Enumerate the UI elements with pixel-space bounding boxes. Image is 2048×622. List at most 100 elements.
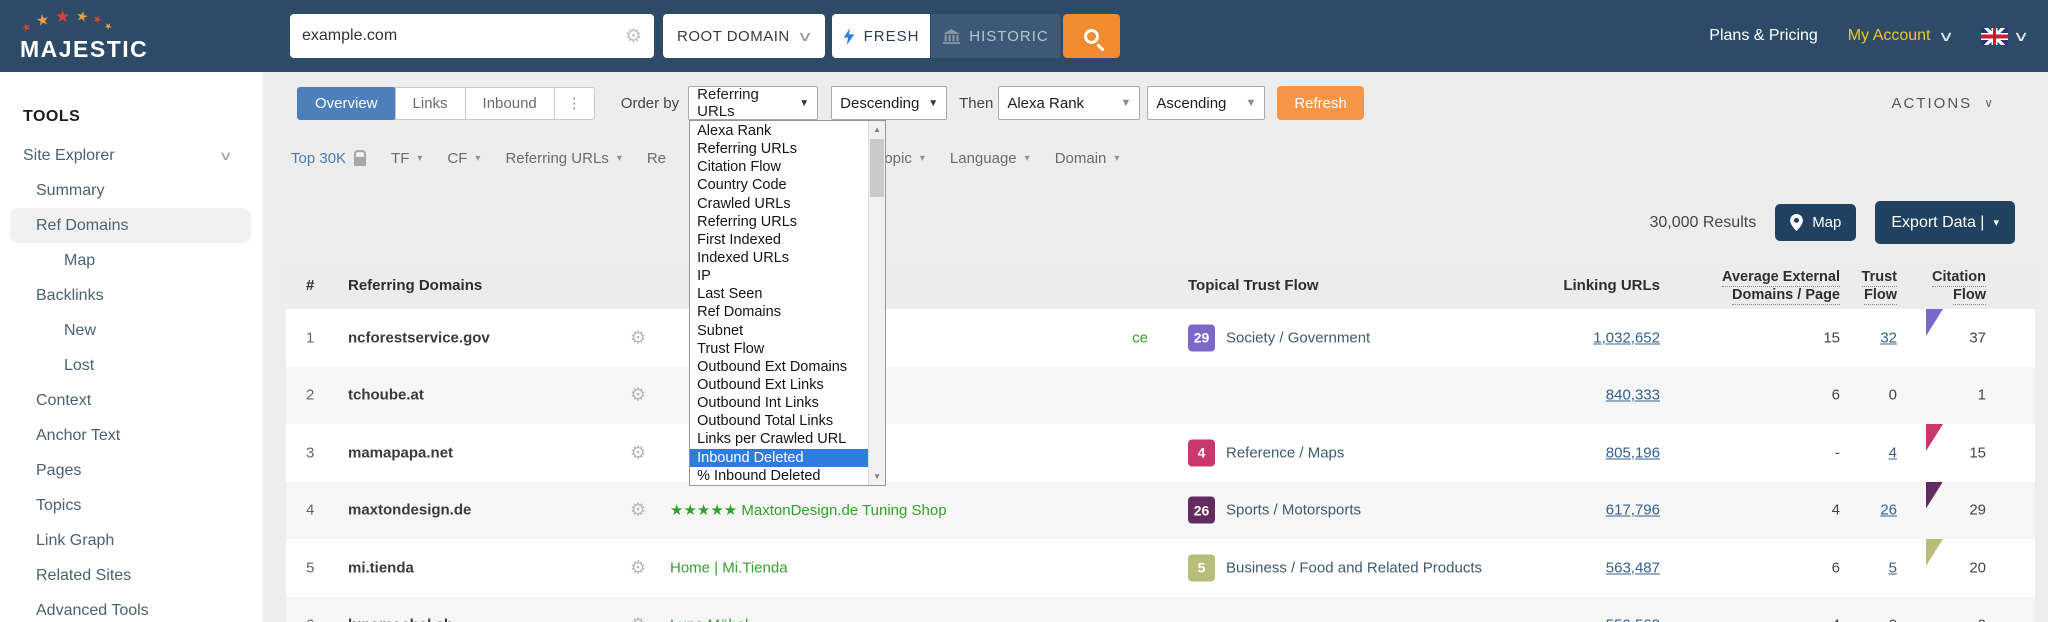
row-settings-gear-icon[interactable]: ⚙: [630, 385, 646, 406]
site-title-link[interactable]: Luna Möbel: [670, 617, 748, 622]
col-header-linking-urls[interactable]: Linking URLs: [1563, 277, 1660, 294]
historic-index-button[interactable]: HISTORIC: [931, 14, 1061, 58]
domain-search-input[interactable]: [302, 27, 625, 45]
dropdown-option[interactable]: Inbound Deleted: [690, 449, 868, 467]
view-tab[interactable]: Overview: [297, 87, 396, 120]
trust-flow-value[interactable]: 26: [1880, 502, 1897, 519]
order-direction-select[interactable]: Descending ▼: [831, 86, 947, 120]
sidebar-item[interactable]: Backlinks: [0, 278, 255, 313]
sidebar-item[interactable]: New: [0, 313, 255, 348]
dropdown-option[interactable]: First Indexed: [690, 231, 868, 249]
filter-item[interactable]: Top 30K: [291, 150, 366, 167]
sidebar-item[interactable]: Map: [0, 243, 255, 278]
dropdown-option[interactable]: Alexa Rank: [690, 122, 868, 140]
dropdown-option[interactable]: Subnet: [690, 322, 868, 340]
sidebar-item[interactable]: Pages: [0, 453, 255, 488]
linking-urls-link[interactable]: 563,487: [1606, 559, 1660, 576]
sidebar-item[interactable]: Lost: [0, 348, 255, 383]
sidebar-item[interactable]: Related Sites: [0, 558, 255, 593]
dropdown-scrollbar[interactable]: ▲ ▼: [868, 121, 885, 485]
dropdown-option[interactable]: % Inbound Deleted: [690, 467, 868, 485]
filter-item[interactable]: TF ▾: [391, 150, 422, 167]
majestic-logo[interactable]: ★ ★ ★ ★ ★ ★ MAJESTIC: [20, 8, 260, 64]
sidebar-item[interactable]: Link Graph: [0, 523, 255, 558]
col-header-trust-flow[interactable]: Trust Flow: [1862, 269, 1897, 305]
trust-flow-value[interactable]: 32: [1880, 329, 1897, 346]
trust-flow-value[interactable]: 5: [1889, 559, 1897, 576]
dropdown-option[interactable]: Last Seen: [690, 285, 868, 303]
index-type-select[interactable]: ROOT DOMAIN ∨: [663, 14, 825, 58]
dropdown-option[interactable]: Country Code: [690, 176, 868, 194]
linking-urls-link[interactable]: 840,333: [1606, 387, 1660, 404]
search-settings-gear-icon[interactable]: ⚙: [625, 27, 642, 46]
actions-menu[interactable]: ACTIONS ∨: [1892, 95, 1993, 112]
refresh-button[interactable]: Refresh: [1277, 86, 1364, 120]
dropdown-option[interactable]: Outbound Ext Links: [690, 376, 868, 394]
my-account-menu[interactable]: My Account ∨: [1848, 27, 1951, 45]
row-settings-gear-icon[interactable]: ⚙: [630, 442, 646, 463]
dropdown-option[interactable]: Outbound Total Links: [690, 412, 868, 430]
trust-flow-value[interactable]: 0: [1889, 387, 1897, 404]
referring-domain-link[interactable]: tchoube.at: [348, 387, 424, 404]
sidebar-item[interactable]: Advanced Tools: [0, 593, 255, 622]
scroll-up-icon[interactable]: ▲: [869, 125, 885, 134]
dropdown-option[interactable]: IP: [690, 267, 868, 285]
referring-domain-link[interactable]: lunamoebel.ch: [348, 617, 453, 622]
language-selector[interactable]: ∨: [1981, 28, 2026, 45]
map-button[interactable]: Map: [1775, 204, 1856, 241]
dropdown-option[interactable]: Citation Flow: [690, 158, 868, 176]
linking-urls-link[interactable]: 617,796: [1606, 502, 1660, 519]
row-settings-gear-icon[interactable]: ⚙: [630, 557, 646, 578]
referring-domain-link[interactable]: maxtondesign.de: [348, 502, 471, 519]
view-tab[interactable]: Links: [395, 87, 466, 120]
col-header-rank: #: [306, 277, 314, 294]
referring-domain-link[interactable]: mamapapa.net: [348, 444, 453, 461]
export-data-button[interactable]: Export Data | ▾: [1875, 201, 2015, 244]
sidebar-item[interactable]: Summary: [0, 173, 255, 208]
trust-flow-value[interactable]: 0: [1889, 617, 1897, 622]
row-settings-gear-icon[interactable]: ⚙: [630, 500, 646, 521]
order-by-select[interactable]: Referring URLs ▼ Alexa Rank Referring UR…: [688, 86, 818, 120]
sidebar-item[interactable]: Anchor Text: [0, 418, 255, 453]
row-settings-gear-icon[interactable]: ⚙: [630, 327, 646, 348]
dropdown-option[interactable]: Referring URLs: [690, 213, 868, 231]
filter-item[interactable]: Domain ▾: [1055, 150, 1120, 167]
dropdown-option[interactable]: Trust Flow: [690, 340, 868, 358]
linking-urls-link[interactable]: 1,032,652: [1593, 329, 1660, 346]
sidebar-item[interactable]: Topics: [0, 488, 255, 523]
dropdown-option[interactable]: Crawled URLs: [690, 195, 868, 213]
linking-urls-link[interactable]: 559,568: [1606, 617, 1660, 622]
site-title-link[interactable]: ★★★★★ MaxtonDesign.de Tuning Shop: [670, 501, 947, 519]
then-order-select[interactable]: Alexa Rank ▼: [998, 86, 1140, 120]
dropdown-option[interactable]: Outbound Ext Domains: [690, 358, 868, 376]
view-tab[interactable]: Inbound: [465, 87, 555, 120]
search-submit-button[interactable]: [1063, 14, 1120, 58]
row-settings-gear-icon[interactable]: ⚙: [630, 615, 646, 622]
col-header-avg-external-domains[interactable]: Average External Domains / Page: [1722, 269, 1840, 305]
col-header-citation-flow[interactable]: Citation Flow: [1932, 269, 1986, 305]
scroll-down-icon[interactable]: ▼: [869, 472, 885, 481]
dropdown-option[interactable]: Ref Domains: [690, 303, 868, 321]
historic-label: HISTORIC: [969, 28, 1048, 45]
sidebar-item[interactable]: Site Explorer ∨: [0, 138, 255, 173]
fresh-index-button[interactable]: FRESH: [832, 14, 930, 58]
trust-flow-value[interactable]: 4: [1889, 444, 1897, 461]
filter-item[interactable]: CF ▾: [447, 150, 480, 167]
referring-domain-link[interactable]: ncforestservice.gov: [348, 329, 490, 346]
dropdown-option[interactable]: Indexed URLs: [690, 249, 868, 267]
linking-urls-link[interactable]: 805,196: [1606, 444, 1660, 461]
option-label: Referring URLs: [697, 141, 797, 157]
site-title-link[interactable]: Home | Mi.Tienda: [670, 559, 788, 576]
view-tab[interactable]: ⋮: [554, 87, 595, 120]
sidebar-item[interactable]: Ref Domains: [10, 208, 251, 243]
filter-item[interactable]: Referring URLs ▾: [505, 150, 621, 167]
dropdown-option[interactable]: Links per Crawled URL: [690, 430, 868, 448]
plans-pricing-link[interactable]: Plans & Pricing: [1709, 27, 1818, 45]
dropdown-option[interactable]: Outbound Int Links: [690, 394, 868, 412]
sidebar-item[interactable]: Context: [0, 383, 255, 418]
then-direction-select[interactable]: Ascending ▼: [1147, 86, 1265, 120]
dropdown-option[interactable]: Referring URLs: [690, 140, 868, 158]
filter-item[interactable]: Language ▾: [950, 150, 1030, 167]
referring-domain-link[interactable]: mi.tienda: [348, 559, 414, 576]
scrollbar-thumb[interactable]: [870, 139, 884, 197]
